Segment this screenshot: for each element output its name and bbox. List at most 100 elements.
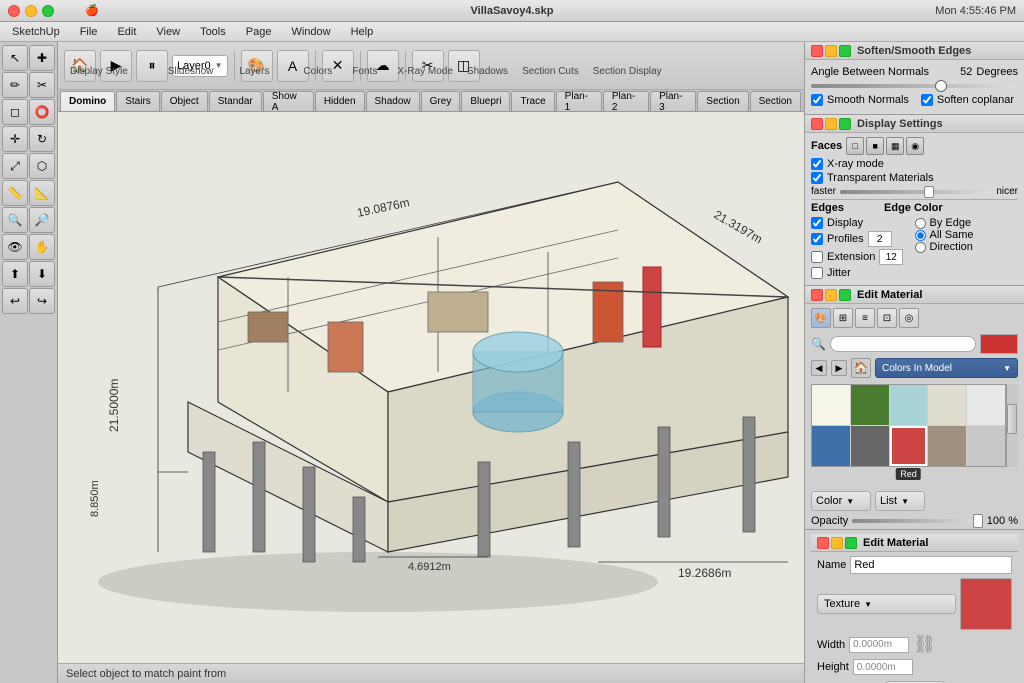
- scroll-track[interactable]: [1007, 384, 1018, 467]
- window-controls[interactable]: [8, 5, 54, 17]
- em-thumb-btn[interactable]: ⊡: [877, 308, 897, 328]
- protractor-button[interactable]: 📐: [29, 180, 55, 206]
- em-top-close[interactable]: [811, 289, 823, 301]
- display-panel-close[interactable]: [811, 118, 823, 130]
- push-pull-button[interactable]: ⬡: [29, 153, 55, 179]
- direction-radio[interactable]: [915, 242, 926, 253]
- tab-stairs[interactable]: Stairs: [116, 91, 160, 111]
- face-style-btn-2[interactable]: ■: [866, 137, 884, 155]
- app-name-menu[interactable]: SketchUp: [8, 26, 64, 38]
- all-same-radio[interactable]: [915, 230, 926, 241]
- display-panel-max[interactable]: [839, 118, 851, 130]
- tab-hidden[interactable]: Hidden: [315, 91, 365, 111]
- swatch-light-gray[interactable]: [967, 385, 1005, 425]
- section2-button[interactable]: ⬇: [29, 261, 55, 287]
- tab-standar[interactable]: Standar: [209, 91, 262, 111]
- tab-object[interactable]: Object: [161, 91, 208, 111]
- swatch-medium-gray[interactable]: [967, 426, 1005, 466]
- rectangle-tool-button[interactable]: ◻: [2, 99, 28, 125]
- zoom-button[interactable]: 🔎: [29, 207, 55, 233]
- tab-trace[interactable]: Trace: [511, 91, 554, 111]
- menu-tools[interactable]: Tools: [196, 26, 230, 38]
- soften-panel-close[interactable]: [811, 45, 823, 57]
- tab-show-a[interactable]: Show A: [263, 91, 314, 111]
- tab-plan3[interactable]: Plan-3: [650, 91, 696, 111]
- profiles-checkbox[interactable]: [811, 233, 823, 245]
- scroll-thumb[interactable]: [1007, 404, 1017, 434]
- em-bottom-max[interactable]: [845, 537, 857, 549]
- face-style-btn-1[interactable]: □: [846, 137, 864, 155]
- circle-tool-button[interactable]: ⭕: [29, 99, 55, 125]
- width-input[interactable]: [849, 637, 909, 653]
- soften-coplanar-checkbox[interactable]: [921, 94, 933, 106]
- jitter-checkbox[interactable]: [811, 267, 823, 279]
- soften-panel-max[interactable]: [839, 45, 851, 57]
- extension-checkbox[interactable]: [811, 251, 823, 263]
- texture-dropdown[interactable]: Texture ▼: [817, 594, 956, 614]
- transparent-checkbox[interactable]: [811, 172, 823, 184]
- display-checkbox[interactable]: [811, 217, 823, 229]
- tab-shadow[interactable]: Shadow: [366, 91, 420, 111]
- swatch-cream[interactable]: [812, 385, 850, 425]
- profiles-input[interactable]: [868, 231, 892, 247]
- select-tool-button[interactable]: ↖: [2, 45, 28, 71]
- em-top-min[interactable]: [825, 289, 837, 301]
- apple-menu[interactable]: 🍎: [85, 4, 99, 17]
- em-bottom-close[interactable]: [817, 537, 829, 549]
- menu-view[interactable]: View: [152, 26, 184, 38]
- paint-tool-button[interactable]: ✏: [2, 72, 28, 98]
- swatch-light-tan[interactable]: [928, 385, 966, 425]
- erase-tool-button[interactable]: ✂: [29, 72, 55, 98]
- angle-slider-track[interactable]: [811, 84, 1018, 88]
- swatch-red-selected[interactable]: Red: [890, 426, 928, 466]
- by-edge-radio[interactable]: [915, 218, 926, 229]
- angle-slider-thumb[interactable]: [935, 80, 947, 92]
- face-style-btn-3[interactable]: ▦: [886, 137, 904, 155]
- close-window-button[interactable]: [8, 5, 20, 17]
- redo-button[interactable]: ↪: [29, 288, 55, 314]
- opacity-slider[interactable]: [852, 519, 983, 523]
- scale-tool-button[interactable]: ⤢: [2, 153, 28, 179]
- nav-forward-btn[interactable]: ▶: [831, 360, 847, 376]
- em-paint-btn[interactable]: 🎨: [811, 308, 831, 328]
- swatch-dark-green[interactable]: [851, 385, 889, 425]
- smooth-normals-checkbox[interactable]: [811, 94, 823, 106]
- soften-panel-min[interactable]: [825, 45, 837, 57]
- em-details-btn[interactable]: ◎: [899, 308, 919, 328]
- rotate-tool-button[interactable]: ↻: [29, 126, 55, 152]
- tab-bluepri[interactable]: Bluepri: [461, 91, 510, 111]
- color-dropdown[interactable]: Color ▼: [811, 491, 871, 511]
- move-tool-button[interactable]: ✛: [2, 126, 28, 152]
- menu-page[interactable]: Page: [242, 26, 276, 38]
- swatches-scrollbar[interactable]: [1006, 384, 1018, 467]
- menu-edit[interactable]: Edit: [113, 26, 140, 38]
- component-tool-button[interactable]: ✚: [29, 45, 55, 71]
- em-list-btn[interactable]: ≡: [855, 308, 875, 328]
- height-input[interactable]: [853, 659, 913, 675]
- menu-help[interactable]: Help: [347, 26, 378, 38]
- tab-grey[interactable]: Grey: [421, 91, 461, 111]
- orbit-button[interactable]: 🔍: [2, 207, 28, 233]
- menu-file[interactable]: File: [76, 26, 102, 38]
- swatch-light-blue[interactable]: [890, 385, 928, 425]
- section-button[interactable]: ⬆: [2, 261, 28, 287]
- walk-button[interactable]: 👁: [2, 234, 28, 260]
- quality-slider[interactable]: [840, 190, 992, 194]
- list-dropdown[interactable]: List ▼: [875, 491, 925, 511]
- menu-window[interactable]: Window: [287, 26, 334, 38]
- tab-domino[interactable]: Domino: [60, 91, 115, 111]
- display-panel-min[interactable]: [825, 118, 837, 130]
- collection-dropdown[interactable]: Colors In Model ▼: [875, 358, 1018, 378]
- swatch-blue[interactable]: [812, 426, 850, 466]
- minimize-window-button[interactable]: [25, 5, 37, 17]
- opacity-thumb[interactable]: [973, 514, 983, 528]
- undo-button[interactable]: ↩: [2, 288, 28, 314]
- swatch-tan[interactable]: [928, 426, 966, 466]
- nav-home-btn[interactable]: 🏠: [851, 358, 871, 378]
- tab-section2[interactable]: Section: [750, 91, 801, 111]
- pan-button[interactable]: ✋: [29, 234, 55, 260]
- xray-checkbox[interactable]: [811, 158, 823, 170]
- tab-plan1[interactable]: Plan-1: [556, 91, 602, 111]
- extension-input[interactable]: [879, 249, 903, 265]
- em-grid-btn[interactable]: ⊞: [833, 308, 853, 328]
